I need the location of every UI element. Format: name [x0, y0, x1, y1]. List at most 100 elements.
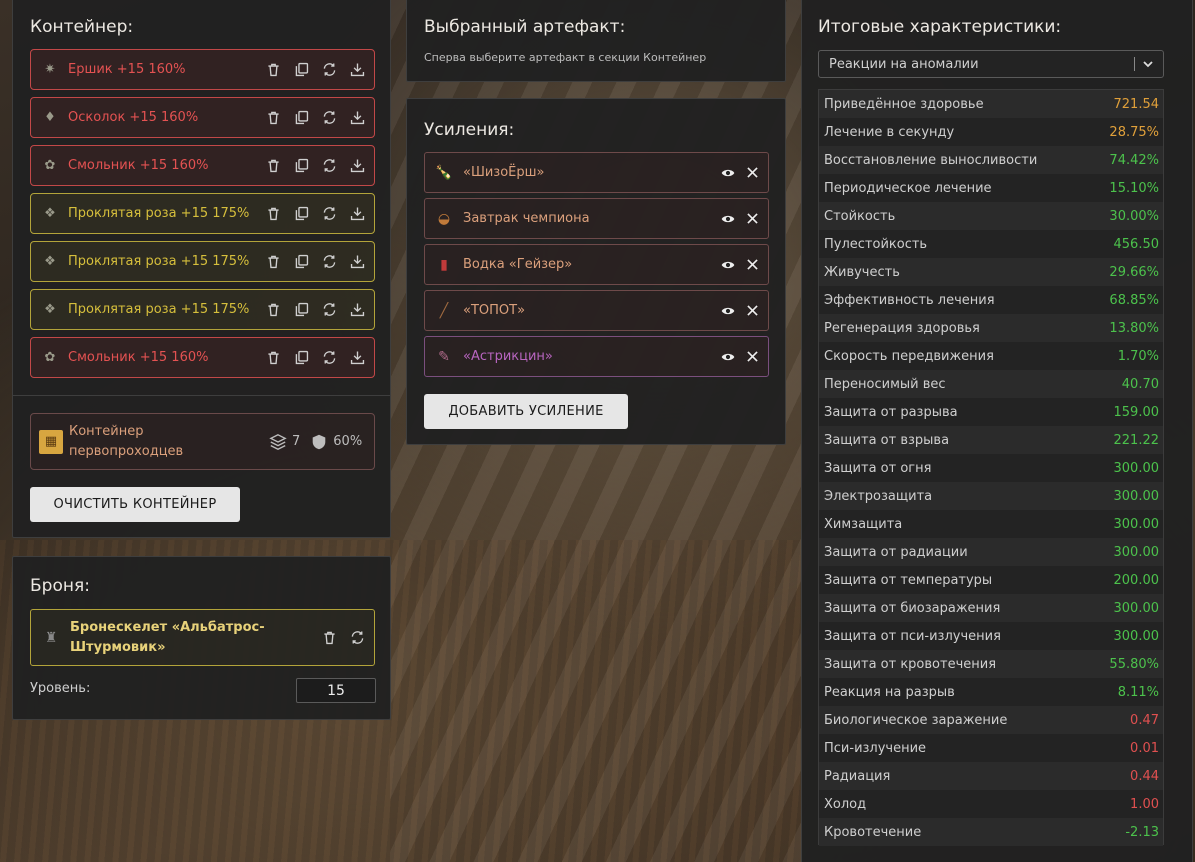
download-icon[interactable] [348, 109, 366, 127]
eye-icon[interactable] [720, 303, 736, 319]
download-icon[interactable] [348, 61, 366, 79]
stat-name: Пси-излучение [824, 740, 927, 756]
close-icon[interactable] [744, 165, 760, 181]
artifact-item[interactable]: ✷ Ершик +15 160% [30, 49, 375, 90]
boost-item[interactable]: ▮ Водка «Гейзер» [424, 244, 769, 285]
artifact-label: Проклятая роза +15 175% [68, 254, 250, 269]
download-icon[interactable] [348, 301, 366, 319]
container-item[interactable]: ▦ Контейнер первопроходцев 7 60% [30, 413, 375, 470]
artifact-item[interactable]: ♦ Осколок +15 160% [30, 97, 375, 138]
download-icon[interactable] [348, 253, 366, 271]
stat-name: Защита от разрыва [824, 404, 958, 420]
swap-icon[interactable] [348, 629, 366, 647]
swap-icon[interactable] [320, 301, 338, 319]
trash-icon[interactable] [264, 109, 282, 127]
stat-value: 28.75% [1109, 124, 1159, 140]
rose-icon: ❖ [44, 254, 56, 269]
stat-row: Стойкость 30.00% [819, 202, 1163, 230]
close-icon[interactable] [744, 349, 760, 365]
artifact-item[interactable]: ❖ Проклятая роза +15 175% [30, 241, 375, 282]
boost-item[interactable]: ✎ «Астрикцин» [424, 336, 769, 377]
clear-container-button[interactable]: ОЧИСТИТЬ КОНТЕЙНЕР [30, 487, 240, 522]
container-title: Контейнер: [30, 17, 134, 37]
level-input[interactable]: 15 [296, 678, 376, 703]
trash-icon[interactable] [264, 157, 282, 175]
copy-icon[interactable] [292, 109, 310, 127]
copy-icon[interactable] [292, 61, 310, 79]
stat-row: Регенерация здоровья 13.80% [819, 314, 1163, 342]
swap-icon[interactable] [320, 205, 338, 223]
artifact-item[interactable]: ❖ Проклятая роза +15 175% [30, 193, 375, 234]
stats-table: Приведённое здоровье 721.54 Лечение в секу… [818, 89, 1164, 846]
stat-row: Защита от биозаражения 300.00 [819, 594, 1163, 622]
boost-item[interactable]: ◒ Завтрак чемпиона [424, 198, 769, 239]
stat-row: Защита от кровотечения 55.80% [819, 650, 1163, 678]
copy-icon[interactable] [292, 157, 310, 175]
download-icon[interactable] [348, 157, 366, 175]
ershik-icon: ✷ [44, 62, 56, 77]
stat-name: Пулестойкость [824, 236, 928, 252]
stat-row: Холод 1.00 [819, 790, 1163, 818]
close-icon[interactable] [744, 211, 760, 227]
trash-icon[interactable] [264, 61, 282, 79]
filter-select[interactable]: Реакции на аномалии [818, 50, 1164, 78]
eye-icon[interactable] [720, 211, 736, 227]
swap-icon[interactable] [320, 61, 338, 79]
trash-icon[interactable] [320, 629, 338, 647]
stat-value: 30.00% [1109, 208, 1159, 224]
stat-value: 8.11% [1117, 684, 1159, 700]
copy-icon[interactable] [292, 205, 310, 223]
trash-icon[interactable] [264, 253, 282, 271]
swap-icon[interactable] [320, 349, 338, 367]
copy-icon[interactable] [292, 301, 310, 319]
stat-name: Восстановление выносливости [824, 152, 1038, 168]
swap-icon[interactable] [320, 253, 338, 271]
download-icon[interactable] [348, 205, 366, 223]
artifact-actions [264, 205, 366, 223]
totals-panel: Итоговые характеристики: Реакции на аном… [801, 0, 1193, 862]
stat-value: 721.54 [1113, 96, 1160, 112]
artifact-actions [264, 301, 366, 319]
stat-name: Эффективность лечения [824, 292, 995, 308]
swap-icon[interactable] [320, 157, 338, 175]
close-icon[interactable] [744, 303, 760, 319]
stick-icon: ╱ [439, 302, 449, 319]
artifact-actions [264, 109, 366, 127]
stat-value: 159.00 [1113, 404, 1160, 420]
boost-label: Завтрак чемпиона [463, 211, 590, 226]
stat-name: Холод [824, 796, 867, 812]
eye-icon[interactable] [720, 257, 736, 273]
stat-name: Переносимый вес [824, 376, 946, 392]
oskolok-icon: ♦ [44, 110, 56, 125]
select-separator [1134, 57, 1135, 71]
eye-icon[interactable] [720, 165, 736, 181]
selected-title: Выбранный артефакт: [424, 17, 626, 37]
trash-icon[interactable] [264, 205, 282, 223]
swap-icon[interactable] [320, 109, 338, 127]
copy-icon[interactable] [292, 253, 310, 271]
boost-item[interactable]: ╱ «ТОПОТ» [424, 290, 769, 331]
close-icon[interactable] [744, 257, 760, 273]
artifact-label: Смольник +15 160% [68, 350, 209, 365]
download-icon[interactable] [348, 349, 366, 367]
bottle-icon: 🍾 [435, 164, 453, 181]
boosts-title: Усиления: [424, 120, 515, 140]
stat-value: 300.00 [1113, 460, 1160, 476]
artifact-item[interactable]: ✿ Смольник +15 160% [30, 145, 375, 186]
stat-row: Электрозащита 300.00 [819, 482, 1163, 510]
stat-row: Скорость передвижения 1.70% [819, 342, 1163, 370]
stat-name: Защита от кровотечения [824, 656, 997, 672]
stat-value: 300.00 [1113, 516, 1160, 532]
artifact-item[interactable]: ✿ Смольник +15 160% [30, 337, 375, 378]
copy-icon[interactable] [292, 349, 310, 367]
trash-icon[interactable] [264, 301, 282, 319]
trash-icon[interactable] [264, 349, 282, 367]
add-boost-button[interactable]: ДОБАВИТЬ УСИЛЕНИЕ [424, 394, 628, 429]
stat-name: Стойкость [824, 208, 896, 224]
artifact-item[interactable]: ❖ Проклятая роза +15 175% [30, 289, 375, 330]
boost-item[interactable]: 🍾 «ШизоЁрш» [424, 152, 769, 193]
armor-item[interactable]: ♜ Бронескелет «Альбатрос-Штурмовик» [30, 609, 375, 666]
slots-value: 7 [292, 434, 301, 449]
stat-name: Защита от температуры [824, 572, 993, 588]
eye-icon[interactable] [720, 349, 736, 365]
